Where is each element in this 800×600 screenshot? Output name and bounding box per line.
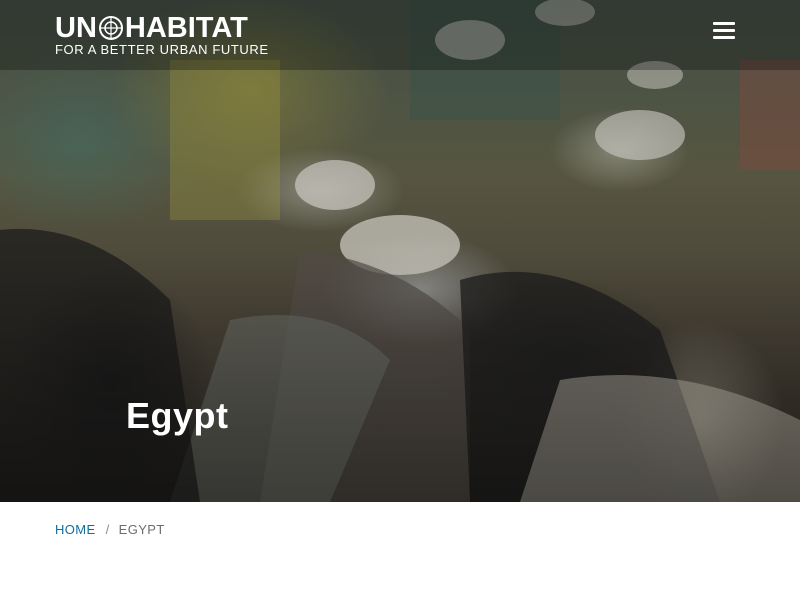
site-header: UN HABITAT FOR A BETTER URBAN FUTURE xyxy=(0,0,800,70)
logo-tagline: FOR A BETTER URBAN FUTURE xyxy=(55,42,269,57)
breadcrumb-separator: / xyxy=(105,522,110,537)
breadcrumb-current: EGYPT xyxy=(118,522,165,537)
menu-line xyxy=(713,22,735,25)
menu-line xyxy=(713,29,735,32)
breadcrumb-home-link[interactable]: HOME xyxy=(55,521,96,539)
logo-habitat-text: HABITAT xyxy=(124,12,248,44)
hero-shade xyxy=(0,0,800,502)
page-title: Egypt xyxy=(126,395,229,436)
logo-un-text: UN xyxy=(55,12,97,44)
logo-wordmark: UN HABITAT xyxy=(55,12,280,44)
breadcrumb: HOME / EGYPT xyxy=(55,521,165,539)
hamburger-menu-icon[interactable] xyxy=(713,22,735,40)
menu-line xyxy=(713,36,735,39)
hero-banner: UN HABITAT FOR A BETTER URBAN FUTURE Egy… xyxy=(0,0,800,502)
un-emblem-icon xyxy=(98,16,123,40)
un-habitat-logo[interactable]: UN HABITAT FOR A BETTER URBAN FUTURE xyxy=(55,14,280,58)
